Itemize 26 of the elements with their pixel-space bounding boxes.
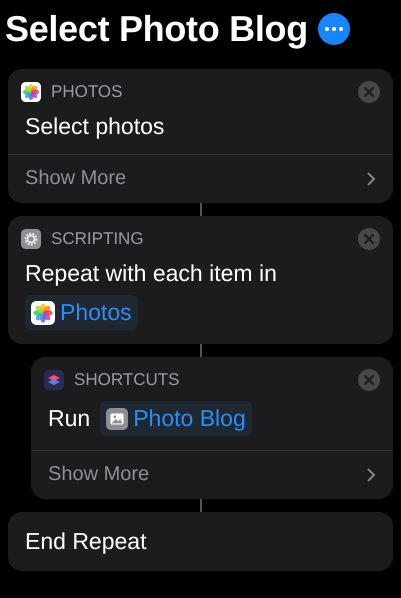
show-more-button[interactable]: Show More bbox=[8, 154, 393, 203]
chevron-icon bbox=[366, 170, 376, 186]
action-text: End Repeat bbox=[25, 528, 146, 554]
image-icon bbox=[106, 408, 128, 430]
action-text: Repeat with each item in bbox=[25, 260, 277, 287]
remove-button[interactable] bbox=[358, 81, 380, 103]
category-label: SCRIPTING bbox=[51, 229, 145, 249]
photos-icon bbox=[31, 300, 55, 324]
more-button[interactable] bbox=[318, 13, 350, 45]
shortcut-title: Select Photo Blog bbox=[5, 8, 308, 50]
close-icon bbox=[364, 87, 374, 97]
chevron-icon bbox=[366, 466, 376, 482]
category-label: PHOTOS bbox=[51, 82, 124, 102]
show-more-button[interactable]: Show More bbox=[31, 450, 393, 499]
gear-icon bbox=[21, 229, 41, 249]
photos-icon bbox=[21, 82, 41, 102]
shortcuts-icon bbox=[44, 370, 64, 390]
variable-token[interactable]: Photo Blog bbox=[100, 401, 252, 436]
close-icon bbox=[364, 375, 374, 385]
close-icon bbox=[364, 234, 374, 244]
remove-button[interactable] bbox=[358, 228, 380, 250]
action-text: Select photos bbox=[25, 113, 164, 140]
category-label: SHORTCUTS bbox=[74, 370, 180, 390]
variable-token[interactable]: Photos bbox=[25, 295, 138, 330]
action-text: Run bbox=[48, 405, 90, 432]
remove-button[interactable] bbox=[358, 369, 380, 391]
